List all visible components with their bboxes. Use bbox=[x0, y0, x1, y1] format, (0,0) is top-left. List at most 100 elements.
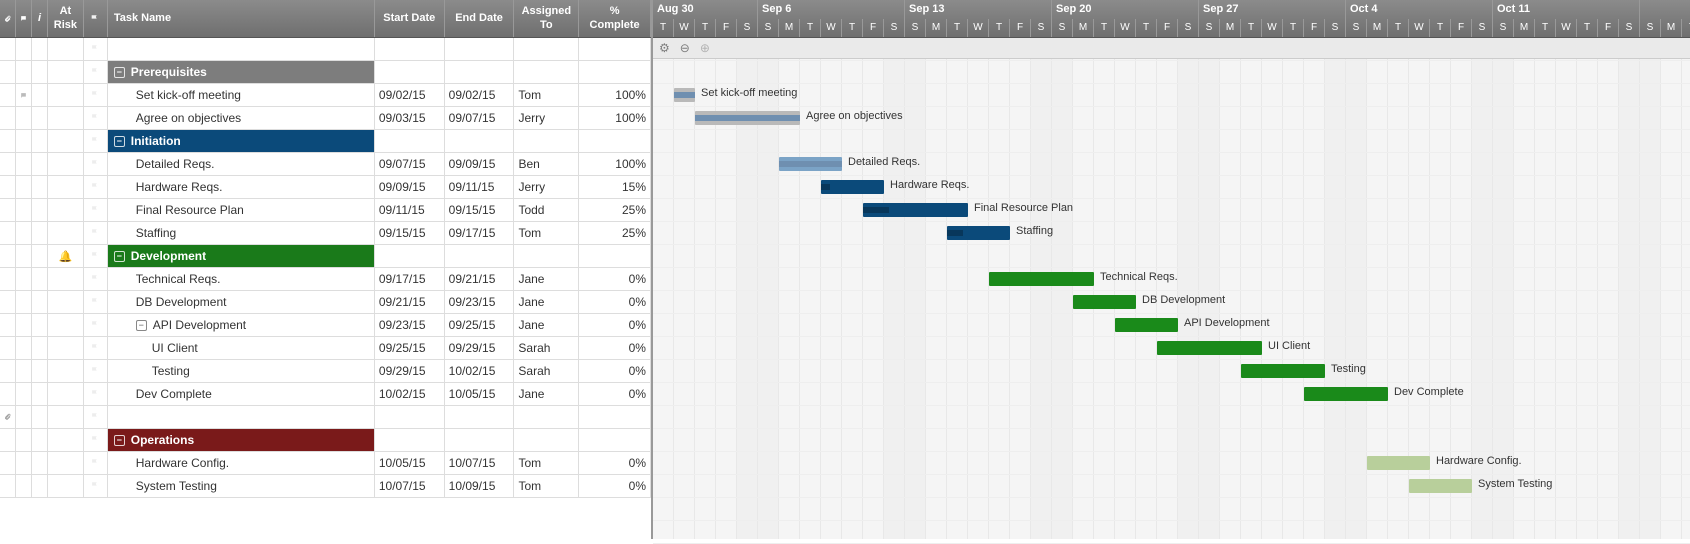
table-row[interactable]: Final Resource Plan09/11/1509/15/15Todd2… bbox=[0, 199, 651, 222]
cell-complete[interactable]: 100% bbox=[579, 84, 651, 106]
cell-start-date[interactable]: 10/05/15 bbox=[375, 452, 445, 474]
cell-assigned[interactable]: Tom bbox=[514, 452, 579, 474]
cell-assigned[interactable]: Jane bbox=[514, 383, 579, 405]
cell-task-name[interactable]: Hardware Reqs. bbox=[108, 176, 375, 198]
gantt-bar[interactable]: System Testing bbox=[1409, 479, 1472, 493]
cell-task-name[interactable]: Set kick-off meeting bbox=[108, 84, 375, 106]
header-end-date[interactable]: End Date bbox=[445, 0, 515, 37]
cell-complete[interactable]: 100% bbox=[579, 153, 651, 175]
table-row[interactable]: Technical Reqs.09/17/1509/21/15Jane0% bbox=[0, 268, 651, 291]
cell-end-date[interactable]: 09/29/15 bbox=[445, 337, 515, 359]
gantt-bar[interactable]: Staffing bbox=[947, 226, 1010, 240]
cell-end-date[interactable]: 09/11/15 bbox=[445, 176, 515, 198]
group-header[interactable]: −Development bbox=[108, 245, 375, 267]
group-header[interactable]: −Prerequisites bbox=[108, 61, 375, 83]
cell-end-date[interactable]: 10/05/15 bbox=[445, 383, 515, 405]
cell-task-name[interactable]: Staffing bbox=[108, 222, 375, 244]
table-row[interactable]: Hardware Reqs.09/09/1509/11/15Jerry15% bbox=[0, 176, 651, 199]
cell-assigned[interactable]: Sarah bbox=[514, 337, 579, 359]
cell-assigned[interactable]: Jane bbox=[514, 314, 579, 336]
cell-task-name[interactable]: Agree on objectives bbox=[108, 107, 375, 129]
cell-complete[interactable]: 0% bbox=[579, 475, 651, 497]
cell-start-date[interactable]: 09/15/15 bbox=[375, 222, 445, 244]
table-row[interactable]: 🔔−Development bbox=[0, 245, 651, 268]
cell-end-date[interactable]: 09/17/15 bbox=[445, 222, 515, 244]
gantt-bar[interactable]: Agree on objectives bbox=[695, 111, 800, 125]
header-start-date[interactable]: Start Date bbox=[375, 0, 445, 37]
header-task-name[interactable]: Task Name bbox=[108, 0, 375, 37]
cell-assigned[interactable]: Jane bbox=[514, 268, 579, 290]
cell-complete[interactable]: 25% bbox=[579, 222, 651, 244]
cell-start-date[interactable]: 09/25/15 bbox=[375, 337, 445, 359]
cell-end-date[interactable]: 09/09/15 bbox=[445, 153, 515, 175]
cell-start-date[interactable] bbox=[375, 406, 445, 428]
gantt-bar[interactable]: Hardware Reqs. bbox=[821, 180, 884, 194]
table-row[interactable] bbox=[0, 38, 651, 61]
cell-assigned[interactable]: Sarah bbox=[514, 360, 579, 382]
cell-assigned[interactable]: Tom bbox=[514, 222, 579, 244]
cell-end-date[interactable]: 09/25/15 bbox=[445, 314, 515, 336]
collapse-icon[interactable]: − bbox=[114, 67, 125, 78]
table-row[interactable]: Agree on objectives09/03/1509/07/15Jerry… bbox=[0, 107, 651, 130]
cell-assigned[interactable]: Jerry bbox=[514, 107, 579, 129]
cell-end-date[interactable]: 09/07/15 bbox=[445, 107, 515, 129]
cell-complete[interactable]: 100% bbox=[579, 107, 651, 129]
cell-end-date[interactable]: 09/23/15 bbox=[445, 291, 515, 313]
cell-end-date[interactable]: 10/02/15 bbox=[445, 360, 515, 382]
cell-end-date[interactable]: 10/09/15 bbox=[445, 475, 515, 497]
cell-task-name[interactable]: Hardware Config. bbox=[108, 452, 375, 474]
gantt-bar[interactable]: Testing bbox=[1241, 364, 1325, 378]
cell-task-name[interactable]: System Testing bbox=[108, 475, 375, 497]
gantt-bar[interactable]: UI Client bbox=[1157, 341, 1262, 355]
table-row[interactable]: −Prerequisites bbox=[0, 61, 651, 84]
header-assigned-to[interactable]: Assigned To bbox=[514, 0, 579, 37]
table-row[interactable]: −API Development09/23/1509/25/15Jane0% bbox=[0, 314, 651, 337]
table-row[interactable]: −Initiation bbox=[0, 130, 651, 153]
table-row[interactable]: Detailed Reqs.09/07/1509/09/15Ben100% bbox=[0, 153, 651, 176]
collapse-icon[interactable]: − bbox=[114, 251, 125, 262]
cell-task-name[interactable]: Detailed Reqs. bbox=[108, 153, 375, 175]
table-row[interactable]: DB Development09/21/1509/23/15Jane0% bbox=[0, 291, 651, 314]
cell-start-date[interactable]: 09/02/15 bbox=[375, 84, 445, 106]
cell-task-name[interactable]: Technical Reqs. bbox=[108, 268, 375, 290]
table-row[interactable]: Testing09/29/1510/02/15Sarah0% bbox=[0, 360, 651, 383]
cell-assigned[interactable]: Todd bbox=[514, 199, 579, 221]
cell-task-name[interactable]: UI Client bbox=[108, 337, 375, 359]
gantt-body[interactable]: Set kick-off meetingAgree on objectivesD… bbox=[653, 59, 1690, 539]
cell-complete[interactable]: 15% bbox=[579, 176, 651, 198]
cell-task-name[interactable]: Dev Complete bbox=[108, 383, 375, 405]
cell-complete[interactable]: 0% bbox=[579, 291, 651, 313]
cell-complete[interactable]: 0% bbox=[579, 314, 651, 336]
collapse-icon[interactable]: − bbox=[136, 320, 147, 331]
cell-task-name[interactable]: −API Development bbox=[108, 314, 375, 336]
cell-end-date[interactable]: 09/15/15 bbox=[445, 199, 515, 221]
cell-assigned[interactable]: Tom bbox=[514, 84, 579, 106]
cell-complete[interactable]: 0% bbox=[579, 452, 651, 474]
table-row[interactable]: Set kick-off meeting09/02/1509/02/15Tom1… bbox=[0, 84, 651, 107]
cell-end-date[interactable]: 09/02/15 bbox=[445, 84, 515, 106]
cell-start-date[interactable]: 09/21/15 bbox=[375, 291, 445, 313]
table-row[interactable]: −Operations bbox=[0, 429, 651, 452]
table-row[interactable]: Hardware Config.10/05/1510/07/15Tom0% bbox=[0, 452, 651, 475]
header-at-risk[interactable]: At Risk bbox=[48, 0, 84, 37]
cell-complete[interactable]: 25% bbox=[579, 199, 651, 221]
gantt-bar[interactable]: DB Development bbox=[1073, 295, 1136, 309]
cell-start-date[interactable]: 10/07/15 bbox=[375, 475, 445, 497]
gantt-bar[interactable]: Detailed Reqs. bbox=[779, 157, 842, 171]
cell-complete[interactable]: 0% bbox=[579, 383, 651, 405]
cell-complete[interactable]: 0% bbox=[579, 337, 651, 359]
cell-end-date[interactable] bbox=[445, 406, 515, 428]
header-comment-icon[interactable] bbox=[16, 0, 32, 37]
cell-task-name[interactable] bbox=[108, 406, 375, 428]
table-row[interactable]: System Testing10/07/1510/09/15Tom0% bbox=[0, 475, 651, 498]
header-attachment-icon[interactable] bbox=[0, 0, 16, 37]
cell-task-name[interactable]: Final Resource Plan bbox=[108, 199, 375, 221]
cell-start-date[interactable]: 09/23/15 bbox=[375, 314, 445, 336]
header-info-icon[interactable]: i bbox=[32, 0, 48, 37]
gantt-bar[interactable]: Dev Complete bbox=[1304, 387, 1388, 401]
collapse-icon[interactable]: − bbox=[114, 136, 125, 147]
cell-task-name[interactable]: DB Development bbox=[108, 291, 375, 313]
cell-end-date[interactable]: 10/07/15 bbox=[445, 452, 515, 474]
table-row[interactable]: Dev Complete10/02/1510/05/15Jane0% bbox=[0, 383, 651, 406]
cell-end-date[interactable]: 09/21/15 bbox=[445, 268, 515, 290]
